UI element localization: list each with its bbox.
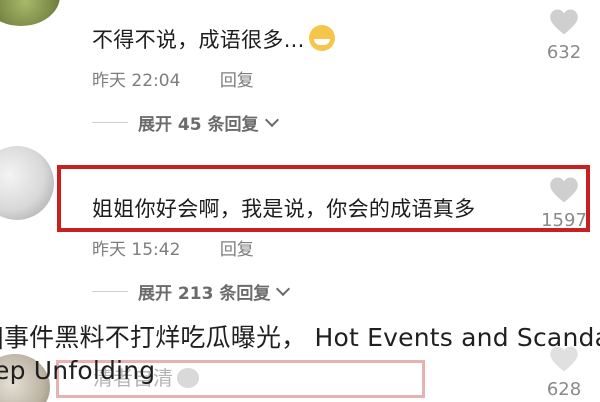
user-avatar[interactable] — [0, 146, 54, 220]
divider — [92, 122, 128, 123]
expand-replies-button[interactable]: 展开 213 条回复 — [92, 279, 291, 304]
like-count: 1597 — [541, 210, 587, 231]
chevron-down-icon[interactable] — [276, 281, 291, 297]
watermark-line-1: ]事件黑料不打烊吃瓜曝光， Hot Events and Scandal — [0, 323, 600, 352]
comment-text: 姐姐你好会啊，我是说，你会的成语真多 — [92, 193, 475, 223]
comment-text: 不得不说，成语很多... — [92, 24, 335, 54]
comment-meta: 昨天 22:04 回复 — [92, 66, 254, 91]
comment-time: 昨天 22:04 — [92, 71, 181, 91]
chevron-down-icon[interactable] — [264, 112, 279, 128]
heart-icon[interactable] — [549, 8, 579, 36]
like-button[interactable]: 632 — [534, 8, 594, 63]
heart-icon[interactable] — [549, 176, 579, 204]
like-count: 632 — [546, 42, 582, 63]
reply-button[interactable]: 回复 — [220, 240, 254, 260]
comment-body: 不得不说，成语很多... — [92, 28, 305, 52]
comment-time: 昨天 15:42 — [92, 240, 181, 260]
user-avatar[interactable] — [0, 0, 60, 26]
expand-replies-label[interactable]: 展开 213 条回复 — [138, 279, 270, 304]
watermark-line-2: ep Unfolding — [0, 356, 156, 385]
grinning-sweat-emoji-icon — [308, 25, 335, 51]
divider — [92, 291, 128, 292]
watermark-overlay: ]事件黑料不打烊吃瓜曝光， Hot Events and Scandal ep … — [0, 321, 600, 387]
expand-replies-label[interactable]: 展开 45 条回复 — [138, 110, 259, 135]
comment-body: 姐姐你好会啊，我是说，你会的成语真多 — [92, 197, 476, 221]
expand-replies-button[interactable]: 展开 45 条回复 — [92, 110, 279, 135]
comment-thread-screenshot: 不得不说，成语很多... 昨天 22:04 回复 632 展开 45 条回复 姐… — [0, 0, 600, 402]
comment-meta: 昨天 15:42 回复 — [92, 235, 254, 260]
reply-button[interactable]: 回复 — [220, 71, 254, 91]
like-button[interactable]: 1597 — [534, 176, 594, 231]
